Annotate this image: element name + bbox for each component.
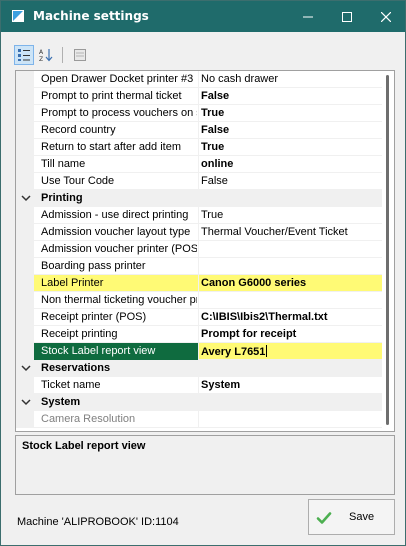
app-icon [12,10,24,22]
description-panel: Stock Label report view [15,435,395,495]
property-row[interactable]: Till name online [16,156,382,173]
minimize-button[interactable] [289,1,327,32]
sort-az-icon: A Z [39,49,53,62]
maximize-button[interactable] [328,1,366,32]
category-label: Reservations [41,362,111,374]
property-value[interactable]: False [201,90,379,102]
chevron-down-icon[interactable] [21,397,31,407]
property-grid[interactable]: Open Drawer Docket printer #3 No cash dr… [15,70,395,432]
property-name: Admission voucher printer (POS) [41,243,197,255]
property-value[interactable]: C:\IBIS\Ibis2\Thermal.txt [201,311,379,323]
property-value[interactable]: True [201,107,379,119]
categorized-icon [18,49,30,61]
property-row[interactable]: Open Drawer Docket printer #3 No cash dr… [16,71,382,88]
category-label: Printing [41,192,83,204]
checkmark-icon [316,512,332,524]
category-label: System [41,396,81,408]
category-reservations[interactable]: Reservations [16,360,382,377]
save-button[interactable]: Save [308,499,395,535]
property-name: Admission - use direct printing [41,209,189,221]
property-row[interactable]: Use Tour Code False [16,173,382,190]
close-button[interactable] [367,1,405,32]
property-row[interactable]: Receipt printer (POS) C:\IBIS\Ibis2\Ther… [16,309,382,326]
title-bar[interactable]: Machine settings [1,1,405,32]
toolbar-separator [62,47,63,63]
close-icon [381,11,391,22]
property-value[interactable]: True [201,141,379,153]
property-value[interactable]: Avery L7651 [201,346,265,358]
property-name: Return to start after add item [41,141,182,153]
property-row[interactable]: Admission - use direct printing True [16,207,382,224]
property-row[interactable]: Record country False [16,122,382,139]
property-name: Label Printer [41,277,104,289]
text-caret [266,345,268,357]
save-button-label: Save [349,511,375,523]
property-pages-icon [74,49,86,61]
property-name: Prompt to print thermal ticket [41,90,182,102]
property-name: Admission voucher layout type [41,226,191,238]
property-value[interactable]: Prompt for receipt [201,328,379,340]
vertical-scrollbar[interactable] [382,71,394,431]
property-value[interactable]: System [201,379,379,391]
property-name: Till name [41,158,86,170]
property-row[interactable]: Ticket name System [16,377,382,394]
category-system[interactable]: System [16,394,382,411]
property-row[interactable]: Return to start after add item True [16,139,382,156]
property-name: Ticket name [41,379,101,391]
chevron-down-icon[interactable] [21,193,31,203]
alphabetical-sort-button[interactable]: A Z [36,45,56,65]
property-value[interactable]: Thermal Voucher/Event Ticket [201,226,379,238]
categorized-view-button[interactable] [14,45,34,65]
property-row[interactable]: Admission voucher layout type Thermal Vo… [16,224,382,241]
property-row-selected[interactable]: Stock Label report view Avery L7651 [16,343,382,360]
property-name: Camera Resolution [41,413,136,425]
scrollbar-thumb[interactable] [386,75,389,425]
property-value[interactable]: True [201,209,379,221]
property-value[interactable]: False [201,175,379,187]
machine-id-label: Machine 'ALIPROBOOK' ID:1104 [17,516,179,528]
chevron-down-icon[interactable] [21,363,31,373]
svg-text:A: A [39,49,44,56]
property-name: Receipt printing [41,328,118,340]
property-row[interactable]: Camera Resolution [16,411,382,428]
maximize-icon [342,11,352,22]
minimize-icon [303,16,313,17]
property-name: Non thermal ticketing voucher pr [41,294,197,306]
property-row[interactable]: Prompt to print thermal ticket False [16,88,382,105]
property-name: Use Tour Code [41,175,115,187]
property-row[interactable]: Receipt printing Prompt for receipt [16,326,382,343]
property-row-highlighted[interactable]: Label Printer Canon G6000 series [16,275,382,292]
property-row[interactable]: Prompt to process vouchers on s True [16,105,382,122]
property-value[interactable]: False [201,124,379,136]
property-value[interactable]: No cash drawer [201,73,379,85]
property-value[interactable]: Canon G6000 series [201,277,379,289]
svg-text:Z: Z [39,56,43,62]
property-name: Prompt to process vouchers on s [41,107,197,119]
property-name: Open Drawer Docket printer #3 [41,73,194,85]
property-toolbar: A Z [14,45,214,67]
property-row[interactable]: Admission voucher printer (POS) [16,241,382,258]
property-name: Stock Label report view [41,345,156,357]
category-printing[interactable]: Printing [16,190,382,207]
machine-settings-window: Machine settings A Z Open Drawer Docket … [0,0,406,546]
property-value[interactable]: online [201,158,379,170]
property-name: Record country [41,124,116,136]
property-value-editor[interactable]: Avery L7651 [201,345,379,358]
property-pages-button[interactable] [70,45,90,65]
description-title: Stock Label report view [22,440,146,452]
property-row[interactable]: Non thermal ticketing voucher pr [16,292,382,309]
property-row[interactable]: Boarding pass printer [16,258,382,275]
window-title: Machine settings [33,9,149,23]
property-name: Receipt printer (POS) [41,311,147,323]
property-name: Boarding pass printer [41,260,146,272]
